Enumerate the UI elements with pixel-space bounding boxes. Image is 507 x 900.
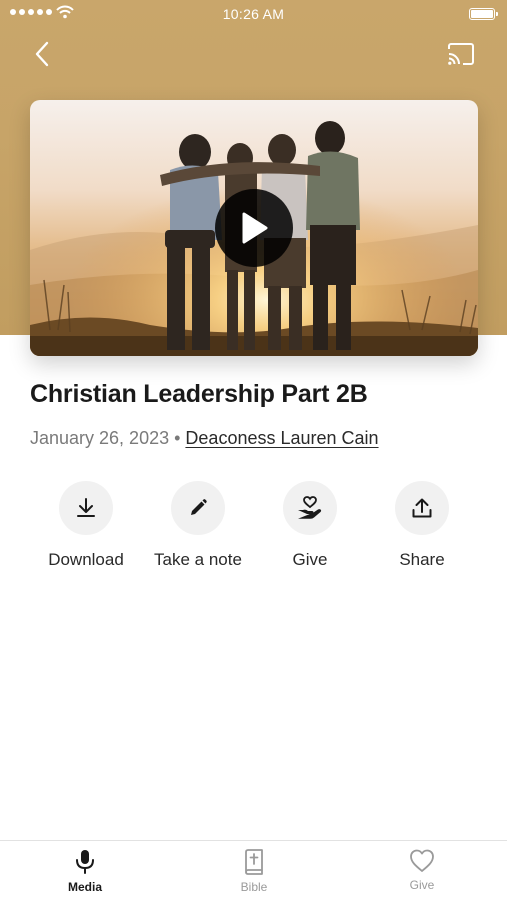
- download-label: Download: [48, 550, 124, 569]
- share-button[interactable]: Share: [366, 481, 478, 570]
- give-circle: [283, 481, 337, 535]
- tab-bible-label: Bible: [240, 880, 268, 894]
- chevron-left-icon: [35, 41, 49, 67]
- media-thumbnail[interactable]: [30, 100, 478, 356]
- cast-button[interactable]: [443, 36, 479, 72]
- share-circle: [395, 481, 449, 535]
- give-hand-heart-icon: [298, 496, 322, 519]
- media-meta: January 26, 2023 • Deaconess Lauren Cain: [30, 428, 379, 449]
- tab-give-label: Give: [409, 878, 435, 892]
- tab-bar: Media Bible Give: [0, 840, 507, 900]
- cast-icon: [448, 43, 474, 65]
- battery-icon: [469, 8, 498, 20]
- share-icon: [412, 498, 432, 518]
- play-icon: [242, 212, 268, 244]
- back-button[interactable]: [24, 36, 60, 72]
- give-button[interactable]: Give: [254, 481, 366, 570]
- take-note-circle: [171, 481, 225, 535]
- give-label: Give: [292, 550, 328, 569]
- media-date: January 26, 2023: [30, 428, 170, 448]
- tab-media[interactable]: Media: [40, 849, 130, 894]
- take-note-button[interactable]: Take a note: [142, 481, 254, 570]
- pencil-icon: [191, 499, 207, 515]
- tab-bible[interactable]: Bible: [209, 849, 299, 894]
- status-bar: 10:26 AM: [0, 0, 507, 28]
- download-circle: [59, 481, 113, 535]
- media-title: Christian Leadership Part 2B: [30, 380, 368, 408]
- play-button[interactable]: [215, 189, 293, 267]
- status-time: 10:26 AM: [222, 6, 285, 22]
- bible-icon: [245, 849, 263, 875]
- download-icon: [77, 498, 95, 517]
- download-button[interactable]: Download: [30, 481, 142, 570]
- meta-separator: •: [174, 428, 181, 448]
- tab-media-label: Media: [67, 880, 102, 894]
- microphone-icon: [76, 850, 94, 874]
- take-note-label: Take a note: [154, 550, 242, 569]
- tab-give[interactable]: Give: [377, 849, 467, 892]
- share-label: Share: [399, 550, 445, 569]
- action-row: Download Take a note Give Share: [30, 481, 478, 571]
- speaker-link[interactable]: Deaconess Lauren Cain: [185, 428, 378, 448]
- heart-icon: [410, 849, 434, 872]
